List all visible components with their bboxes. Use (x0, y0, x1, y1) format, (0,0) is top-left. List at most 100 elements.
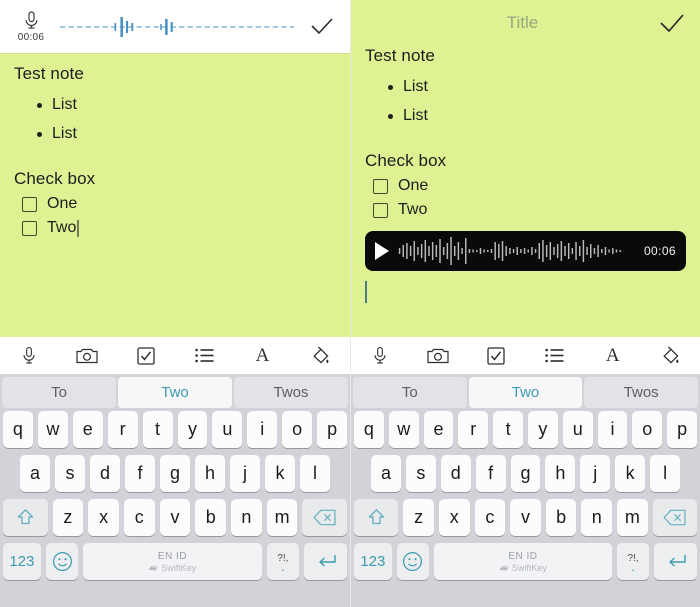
key-z[interactable]: z (403, 499, 434, 536)
space-key[interactable]: EN ID SwiftKey (83, 543, 262, 580)
key-x[interactable]: x (88, 499, 119, 536)
toolbar-checkbox-button[interactable] (126, 341, 166, 371)
recording-confirm-button[interactable] (294, 17, 350, 36)
emoji-key[interactable] (396, 543, 430, 580)
key-f[interactable]: f (125, 455, 155, 492)
key-q[interactable]: q (2, 411, 33, 448)
prediction-twos[interactable]: Twos (234, 377, 348, 408)
key-o[interactable]: o (632, 411, 663, 448)
key-l[interactable]: l (300, 455, 330, 492)
toolbar-list-button[interactable] (184, 341, 224, 371)
key-a[interactable]: a (371, 455, 401, 492)
checkbox-icon[interactable] (373, 202, 388, 218)
key-w[interactable]: w (37, 411, 68, 448)
punctuation-key[interactable]: ?!, . (266, 543, 300, 580)
key-b[interactable]: b (545, 499, 577, 536)
key-i[interactable]: i (597, 411, 628, 448)
toolbar-camera-button[interactable] (67, 341, 107, 371)
key-g[interactable]: g (160, 455, 190, 492)
toolbar-camera-button[interactable] (418, 341, 458, 371)
checkbox-row-one[interactable]: One (22, 195, 336, 213)
toolbar-fill-color-button[interactable] (301, 341, 341, 371)
save-note-button[interactable] (644, 13, 700, 33)
key-x[interactable]: x (438, 499, 470, 536)
key-e[interactable]: e (72, 411, 103, 448)
key-t[interactable]: t (142, 411, 173, 448)
emoji-key[interactable] (45, 543, 79, 580)
prediction-two[interactable]: Two (118, 377, 232, 408)
checkbox-row-one[interactable]: One (373, 177, 686, 195)
key-s[interactable]: s (55, 455, 85, 492)
toolbar-mic-button[interactable] (360, 341, 400, 371)
list-item[interactable]: List (37, 125, 336, 143)
list-item[interactable]: List (37, 96, 336, 114)
note-canvas[interactable]: Test note List List Check box One Two (0, 54, 350, 337)
key-k[interactable]: k (265, 455, 295, 492)
key-q[interactable]: q (354, 411, 384, 448)
toolbar-text-format-button[interactable]: A (593, 341, 633, 371)
prediction-twos[interactable]: Twos (584, 377, 699, 408)
punctuation-key[interactable]: ?!, . (616, 543, 650, 580)
checkbox-icon[interactable] (373, 178, 388, 194)
numeric-key[interactable]: 123 (354, 543, 392, 580)
key-j[interactable]: j (580, 455, 611, 492)
prediction-two[interactable]: Two (468, 377, 583, 408)
space-key[interactable]: EN ID SwiftKey (434, 543, 612, 580)
key-z[interactable]: z (52, 499, 84, 536)
recording-mic-button[interactable]: 00:06 (8, 10, 54, 43)
key-j[interactable]: j (230, 455, 260, 492)
return-key[interactable] (654, 543, 697, 580)
toolbar-fill-color-button[interactable] (651, 341, 691, 371)
key-n[interactable]: n (231, 499, 262, 536)
checkbox-row-two[interactable]: Two (22, 219, 336, 237)
key-f[interactable]: f (475, 455, 506, 492)
list-item[interactable]: List (388, 107, 686, 125)
key-n[interactable]: n (581, 499, 613, 536)
toolbar-text-format-button[interactable]: A (242, 341, 282, 371)
key-b[interactable]: b (195, 499, 227, 536)
key-g[interactable]: g (510, 455, 541, 492)
title-input[interactable]: Title (351, 13, 644, 33)
checkbox-icon[interactable] (22, 220, 37, 236)
key-o[interactable]: o (282, 411, 313, 448)
backspace-key[interactable] (302, 499, 347, 536)
key-y[interactable]: y (177, 411, 208, 448)
return-key[interactable] (304, 543, 348, 580)
list-item[interactable]: List (388, 78, 686, 96)
key-d[interactable]: d (90, 455, 120, 492)
toolbar-checkbox-button[interactable] (476, 341, 516, 371)
key-h[interactable]: h (195, 455, 225, 492)
key-y[interactable]: y (528, 411, 558, 448)
audio-attachment[interactable]: 00:06 (365, 231, 686, 271)
checkbox-icon[interactable] (22, 196, 37, 212)
key-r[interactable]: r (458, 411, 489, 448)
note-canvas[interactable]: Title Test note List List Check box One … (351, 0, 700, 337)
toolbar-mic-button[interactable] (9, 341, 49, 371)
key-v[interactable]: v (159, 499, 191, 536)
prediction-to[interactable]: To (2, 377, 116, 408)
prediction-to[interactable]: To (353, 377, 467, 408)
key-h[interactable]: h (545, 455, 576, 492)
numeric-key[interactable]: 123 (3, 543, 41, 580)
key-p[interactable]: p (667, 411, 697, 448)
checkbox-row-two[interactable]: Two (373, 201, 686, 219)
key-a[interactable]: a (20, 455, 50, 492)
key-i[interactable]: i (247, 411, 278, 448)
key-u[interactable]: u (212, 411, 243, 448)
key-k[interactable]: k (615, 455, 646, 492)
key-v[interactable]: v (510, 499, 541, 536)
key-d[interactable]: d (440, 455, 471, 492)
key-r[interactable]: r (107, 411, 138, 448)
backspace-key[interactable] (652, 499, 698, 536)
shift-key[interactable] (3, 499, 48, 536)
key-c[interactable]: c (474, 499, 506, 536)
key-p[interactable]: p (317, 411, 348, 448)
shift-key[interactable] (354, 499, 399, 536)
key-u[interactable]: u (562, 411, 593, 448)
play-icon[interactable] (375, 242, 389, 260)
toolbar-list-button[interactable] (535, 341, 575, 371)
key-c[interactable]: c (123, 499, 155, 536)
key-t[interactable]: t (493, 411, 523, 448)
key-l[interactable]: l (650, 455, 681, 492)
key-s[interactable]: s (405, 455, 436, 492)
